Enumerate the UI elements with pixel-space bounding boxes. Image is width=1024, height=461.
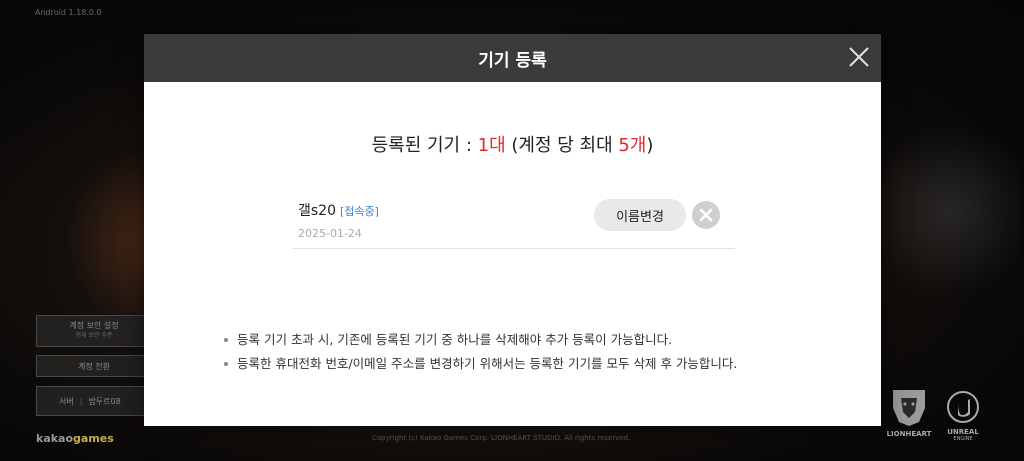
lion-icon [893,390,925,426]
notice-text: 등록한 휴대전화 번호/이메일 주소를 변경하기 위해서는 등록한 기기를 모두… [237,356,738,371]
unreal-icon [947,391,979,423]
bullet-icon [224,362,228,366]
engine-logo-text: ENGINE [953,436,973,442]
delete-icon [699,208,713,222]
unreal-logo-text: UNREAL [947,428,979,436]
device-name-text: 갤s20 [298,203,336,219]
registration-date: 2025-01-24 [298,227,362,240]
notice-item: 등록 기기 초과 시, 기존에 등록된 기기 중 하나를 삭제해야 추가 등록이… [224,332,737,348]
summary-suffix: ) [646,135,654,156]
registered-count: 1대 [477,135,506,156]
close-icon [849,47,869,67]
registered-device-summary: 등록된 기기 : 1대 (계정 당 최대 5개) [144,131,881,157]
kakaogames-logo: kakaogames [36,432,114,445]
device-row: 갤s20 [접속중] 2025-01-24 이름변경 [292,186,735,249]
version-label: Android 1.18.0.0 [35,8,102,17]
lionheart-logo-text: LIONHEART [886,430,932,438]
switch-account-button[interactable]: 계정 전환 [36,355,152,377]
copyright-text: Copyright (c) Kakao Games Corp. LIONHEAR… [372,434,631,442]
server-separator: | [79,396,83,406]
delete-device-button[interactable] [692,201,720,229]
notice-text: 등록 기기 초과 시, 기존에 등록된 기기 중 하나를 삭제해야 추가 등록이… [237,332,673,347]
summary-prefix: 등록된 기기 : [371,135,478,156]
rename-button[interactable]: 이름변경 [594,199,686,231]
server-name: 밤두르08 [88,396,121,406]
lionheart-logo: LIONHEART [886,388,932,438]
device-name: 갤s20 [접속중] [298,200,379,220]
security-settings-button[interactable]: 계정 보안 설정 현재 보안 수준 [36,315,152,347]
notice-list: 등록 기기 초과 시, 기존에 등록된 기기 중 하나를 삭제해야 추가 등록이… [224,332,737,380]
server-prefix: 서버 [59,396,74,406]
background-glow [880,110,1020,310]
notice-item: 등록한 휴대전화 번호/이메일 주소를 변경하기 위해서는 등록한 기기를 모두… [224,356,737,372]
bullet-icon [224,338,228,342]
modal-title: 기기 등록 [478,50,547,71]
close-button[interactable] [847,45,871,69]
connection-status: [접속중] [340,205,379,218]
unreal-engine-logo: UNREAL ENGINE [938,390,988,442]
modal-header: 기기 등록 [144,34,881,82]
security-settings-label: 계정 보안 설정 [69,321,119,330]
security-level-label: 현재 보안 수준 [75,332,113,339]
max-count: 5개 [618,135,647,156]
server-select-button[interactable]: 서버 | 밤두르08 [36,386,152,416]
summary-middle: (계정 당 최대 [505,135,619,156]
device-registration-modal: 기기 등록 등록된 기기 : 1대 (계정 당 최대 5개) 갤s20 [접속중]… [144,34,881,426]
